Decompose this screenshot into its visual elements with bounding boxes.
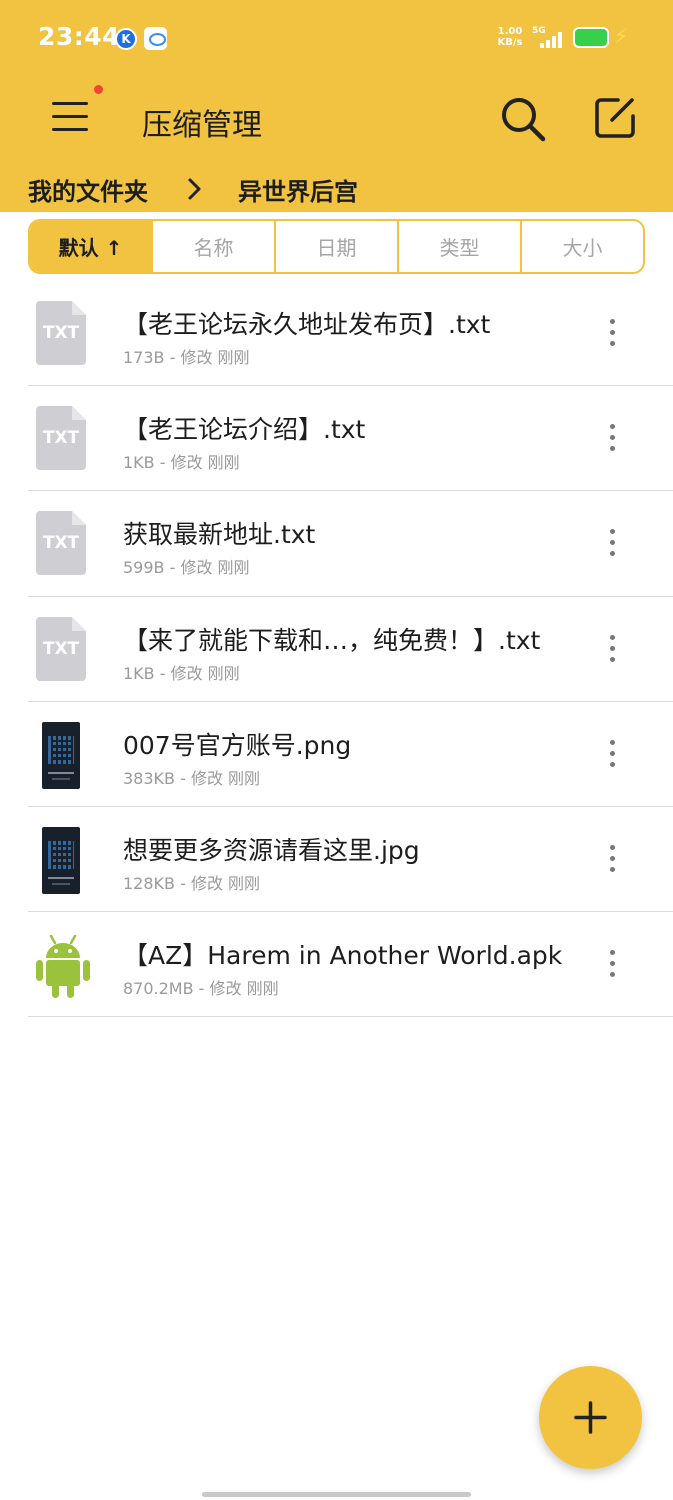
more-options-icon[interactable] — [600, 738, 624, 770]
file-row[interactable]: 想要更多资源请看这里.jpg 128KB - 修改 刚刚 — [28, 807, 673, 913]
file-meta: 1KB - 修改 刚刚 — [123, 663, 240, 683]
txt-icon-label: TXT — [42, 428, 80, 449]
charging-icon: ⚡ — [614, 24, 629, 48]
file-row[interactable]: TXT 【老王论坛永久地址发布页】.txt 173B - 修改 刚刚 — [28, 281, 673, 387]
file-meta: 128KB - 修改 刚刚 — [123, 873, 261, 893]
plus-icon — [574, 1401, 607, 1434]
sort-tabs: 默认 ↑ 名称 日期 类型 大小 — [28, 219, 645, 274]
more-options-icon[interactable] — [600, 422, 624, 454]
sort-tab-type[interactable]: 类型 — [397, 221, 520, 272]
breadcrumb-item-current[interactable]: 异世界后宫 — [238, 172, 358, 207]
status-time: 23:44 — [38, 22, 121, 51]
sort-tab-size[interactable]: 大小 — [520, 221, 643, 272]
search-icon[interactable] — [500, 96, 546, 142]
more-options-icon[interactable] — [600, 948, 624, 980]
edit-icon[interactable] — [592, 94, 640, 142]
txt-file-icon: TXT — [34, 406, 88, 472]
txt-icon-label: TXT — [42, 323, 80, 343]
file-row[interactable]: TXT 【老王论坛介绍】.txt 1KB - 修改 刚刚 — [28, 386, 673, 492]
file-row[interactable]: TXT 获取最新地址.txt 599B - 修改 刚刚 — [28, 491, 673, 597]
image-thumbnail — [34, 826, 88, 894]
image-thumbnail — [34, 721, 88, 789]
file-meta: 383KB - 修改 刚刚 — [123, 768, 261, 788]
cloud-app-icon — [144, 27, 167, 50]
file-name: 【来了就能下载和…，纯免费！】.txt — [123, 625, 541, 655]
hamburger-menu-icon[interactable] — [50, 100, 90, 134]
file-name: 想要更多资源请看这里.jpg — [123, 835, 420, 865]
txt-file-icon: TXT — [34, 616, 88, 683]
chevron-right-icon — [188, 178, 201, 200]
breadcrumb: 我的文件夹 异世界后宫 — [28, 172, 358, 206]
status-bar: 23:44 K 1.00 KB/s 5G ⚡ — [0, 0, 673, 78]
android-apk-icon — [34, 932, 90, 999]
app-notification-icon: K — [115, 28, 137, 50]
file-name: 【AZ】Harem in Another World.apk — [123, 941, 563, 971]
file-row[interactable]: 【AZ】Harem in Another World.apk 870.2MB -… — [28, 912, 673, 1018]
file-row[interactable]: 007号官方账号.png 383KB - 修改 刚刚 — [28, 702, 673, 807]
network-speed: 1.00 KB/s — [494, 26, 526, 48]
file-name: 007号官方账号.png — [123, 730, 352, 760]
home-indicator[interactable] — [202, 1492, 471, 1497]
txt-icon-label: TXT — [42, 638, 80, 659]
notification-dot — [94, 85, 103, 94]
sort-tab-date[interactable]: 日期 — [274, 221, 397, 272]
more-options-icon[interactable] — [600, 633, 624, 665]
page-title: 压缩管理 — [142, 108, 262, 143]
file-name: 【老王论坛介绍】.txt — [123, 415, 366, 445]
file-list: TXT 【老王论坛永久地址发布页】.txt 173B - 修改 刚刚 TXT 【… — [0, 281, 673, 1018]
file-meta: 1KB - 修改 刚刚 — [123, 453, 240, 473]
txt-file-icon: TXT — [34, 301, 88, 367]
file-name: 获取最新地址.txt — [123, 520, 316, 550]
more-options-icon[interactable] — [600, 527, 624, 559]
file-meta: 599B - 修改 刚刚 — [123, 558, 250, 578]
battery-icon — [573, 27, 609, 48]
signal-icon: 5G — [532, 26, 568, 50]
breadcrumb-item-root[interactable]: 我的文件夹 — [28, 172, 148, 207]
more-options-icon[interactable] — [600, 843, 624, 875]
txt-icon-label: TXT — [42, 533, 80, 554]
sort-tab-name[interactable]: 名称 — [151, 221, 274, 272]
file-name: 【老王论坛永久地址发布页】.txt — [123, 310, 491, 339]
network-speed-value: 1.00 — [497, 26, 523, 37]
add-button[interactable] — [539, 1366, 642, 1469]
txt-file-icon: TXT — [34, 511, 88, 577]
file-row[interactable]: TXT 【来了就能下载和…，纯免费！】.txt 1KB - 修改 刚刚 — [28, 597, 673, 702]
app-header: 23:44 K 1.00 KB/s 5G ⚡ 压缩管理 我的文件夹 异世界后宫 — [0, 0, 673, 212]
sort-tab-default[interactable]: 默认 ↑ — [30, 221, 151, 272]
file-meta: 173B - 修改 刚刚 — [123, 348, 250, 367]
more-options-icon[interactable] — [600, 317, 624, 349]
network-speed-unit: KB/s — [497, 37, 523, 48]
file-meta: 870.2MB - 修改 刚刚 — [123, 979, 279, 999]
